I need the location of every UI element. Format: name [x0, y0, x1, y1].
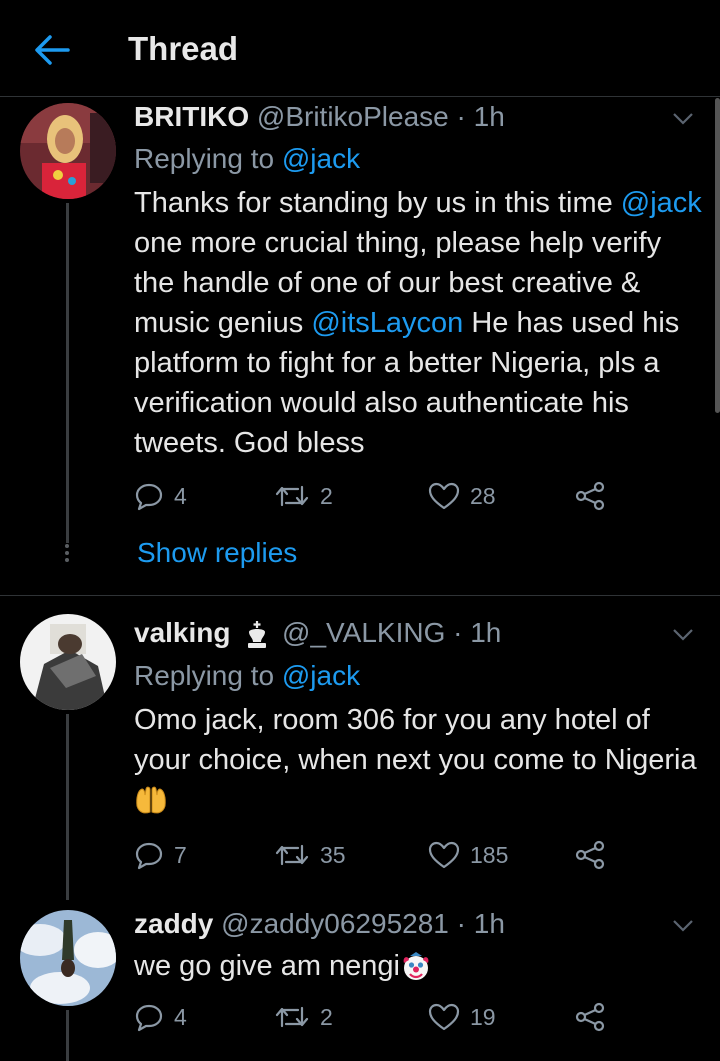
- tweet-text: we go give am nengi: [134, 946, 704, 986]
- tweet-meta: BRITIKO @BritikoPlease · 1h: [134, 101, 505, 133]
- clown-face-emoji: [403, 952, 429, 981]
- display-name[interactable]: valking: [134, 617, 230, 648]
- share-icon: [575, 840, 605, 870]
- tweet-zaddy[interactable]: zaddy @zaddy06295281 · 1h we go give am …: [0, 886, 720, 1061]
- share-icon: [575, 1002, 605, 1032]
- reply-button[interactable]: 4: [134, 1000, 187, 1034]
- share-button[interactable]: [574, 1000, 606, 1034]
- like-button[interactable]: 28: [428, 479, 496, 513]
- replying-prefix: Replying to: [134, 660, 282, 691]
- retweet-button[interactable]: 2: [274, 1000, 333, 1034]
- thread-collapse-dots[interactable]: [63, 541, 71, 565]
- timestamp[interactable]: 1h: [474, 101, 505, 132]
- thread-line: [66, 203, 69, 543]
- tweet-actions: 4 2 19: [134, 1000, 614, 1034]
- reply-count: 4: [174, 1003, 187, 1030]
- user-handle[interactable]: @_VALKING: [282, 617, 445, 648]
- retweet-count: 2: [320, 1003, 333, 1030]
- replying-to: Replying to @jack: [134, 660, 360, 692]
- show-replies-link[interactable]: Show replies: [137, 537, 297, 569]
- mention-itslaycon[interactable]: @itsLaycon: [311, 307, 463, 339]
- chevron-down-icon[interactable]: [672, 628, 694, 642]
- avatar[interactable]: [20, 614, 116, 710]
- like-count: 185: [470, 841, 509, 868]
- replying-mention[interactable]: @jack: [282, 143, 360, 174]
- separator-dot: ·: [456, 101, 466, 132]
- like-count: 28: [470, 482, 496, 509]
- heart-icon: [428, 482, 460, 510]
- replying-to: Replying to @jack: [134, 143, 360, 175]
- like-count: 19: [470, 1003, 496, 1030]
- timestamp[interactable]: 1h: [474, 908, 505, 939]
- timestamp[interactable]: 1h: [470, 617, 501, 648]
- user-handle[interactable]: @BritikoPlease: [257, 101, 449, 132]
- tweet-text: Omo jack, room 306 for you any hotel of …: [134, 700, 704, 820]
- retweet-count: 35: [320, 841, 346, 868]
- chess-king-icon: [248, 620, 267, 648]
- reply-button[interactable]: 7: [134, 838, 187, 872]
- share-button[interactable]: [574, 838, 606, 872]
- retweet-icon: [275, 844, 309, 866]
- retweet-count: 2: [320, 482, 333, 509]
- reply-count: 7: [174, 841, 187, 868]
- chevron-down-icon[interactable]: [672, 112, 694, 126]
- display-name[interactable]: zaddy: [134, 908, 213, 939]
- like-button[interactable]: 19: [428, 1000, 496, 1034]
- like-button[interactable]: 185: [428, 838, 508, 872]
- text-segment: Omo jack, room 306 for you any hotel of …: [134, 704, 697, 776]
- app-header: Thread: [0, 0, 720, 97]
- text-segment: Thanks for standing by us in this time: [134, 187, 621, 219]
- avatar[interactable]: [20, 103, 116, 199]
- separator-dot: ·: [456, 908, 466, 939]
- reply-count: 4: [174, 482, 187, 509]
- tweet-meta: valking @_VALKING · 1h: [134, 617, 501, 650]
- heart-icon: [428, 841, 460, 869]
- user-handle[interactable]: @zaddy06295281: [221, 908, 449, 939]
- separator-dot: ·: [453, 617, 463, 648]
- reply-icon: [135, 1004, 163, 1032]
- retweet-icon: [275, 1006, 309, 1028]
- arrow-left-icon[interactable]: [34, 34, 70, 66]
- palms-up-together-emoji: [136, 787, 166, 814]
- tweet-actions: 7 35 185: [134, 838, 614, 872]
- reply-icon: [135, 483, 163, 511]
- tweet-meta: zaddy @zaddy06295281 · 1h: [134, 908, 505, 940]
- share-button[interactable]: [574, 479, 606, 513]
- chevron-down-icon[interactable]: [672, 919, 694, 933]
- reply-icon: [135, 842, 163, 870]
- replying-prefix: Replying to: [134, 143, 282, 174]
- thread-line: [66, 1010, 69, 1061]
- thread-line: [66, 714, 69, 900]
- retweet-icon: [275, 485, 309, 507]
- mention-jack[interactable]: @jack: [621, 187, 702, 219]
- share-icon: [575, 481, 605, 511]
- tweet-britiko[interactable]: BRITIKO @BritikoPlease · 1h Replying to …: [0, 97, 720, 595]
- heart-icon: [428, 1003, 460, 1031]
- display-name[interactable]: BRITIKO: [134, 101, 249, 132]
- retweet-button[interactable]: 2: [274, 479, 333, 513]
- tweet-actions: 4 2 28: [134, 479, 614, 513]
- tweet-text: Thanks for standing by us in this time @…: [134, 183, 704, 463]
- text-segment: we go give am nengi: [134, 950, 400, 982]
- replying-mention[interactable]: @jack: [282, 660, 360, 691]
- tweet-valking[interactable]: valking @_VALKING · 1h Replying to @jack…: [0, 596, 720, 900]
- page-title: Thread: [128, 30, 239, 67]
- avatar[interactable]: [20, 910, 116, 1006]
- retweet-button[interactable]: 35: [274, 838, 346, 872]
- reply-button[interactable]: 4: [134, 479, 187, 513]
